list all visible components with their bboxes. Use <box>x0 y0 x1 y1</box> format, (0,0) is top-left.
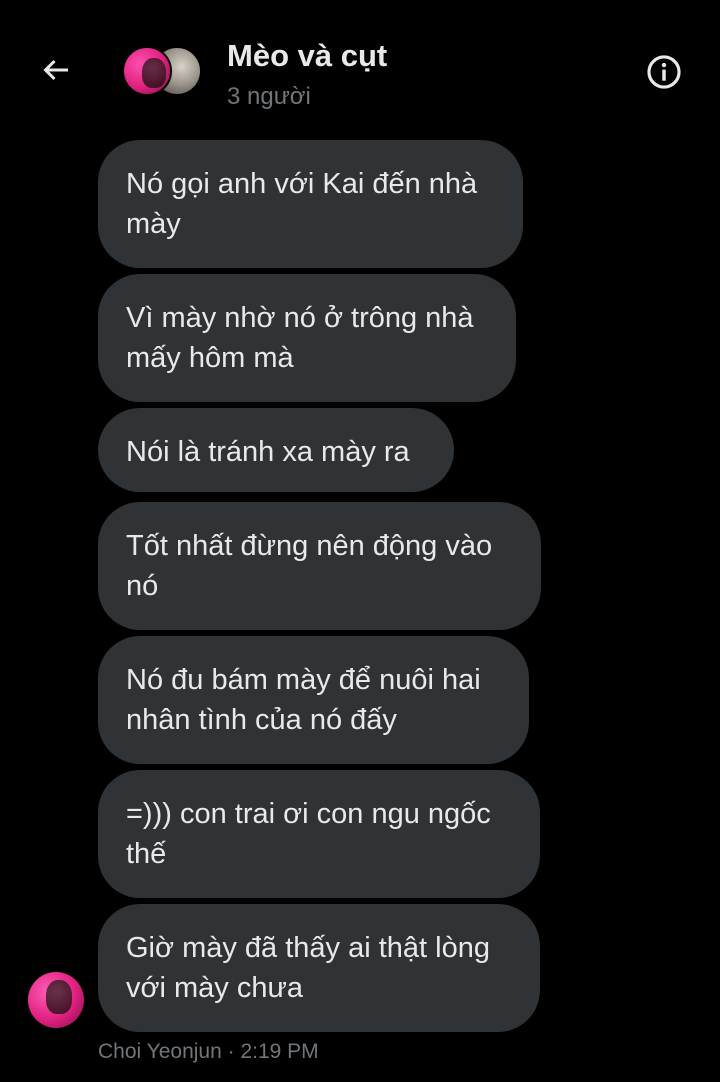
arrow-left-icon <box>43 59 68 81</box>
message-meta: Choi Yeonjun · 2:19 PM <box>98 1040 319 1063</box>
sender-avatar[interactable] <box>28 972 84 1028</box>
info-button[interactable] <box>644 52 684 92</box>
message-bubble[interactable]: Nó đu bám mày để nuôi hai nhân tình của … <box>98 636 529 764</box>
back-button[interactable] <box>36 50 76 90</box>
conversation-header: Mèo và cụt 3 người <box>0 0 720 130</box>
message-bubble[interactable]: Vì mày nhờ nó ở trông nhà mấy hôm mà <box>98 274 516 402</box>
message-bubble[interactable]: Tốt nhất đừng nên động vào nó <box>98 502 541 630</box>
member-count: 3 người <box>227 83 311 110</box>
conversation-title[interactable]: Mèo và cụt <box>227 38 387 74</box>
message-bubble[interactable]: Giờ mày đã thấy ai thật lòng với mày chư… <box>98 904 540 1032</box>
message-bubble[interactable]: =))) con trai ơi con ngu ngốc thế <box>98 770 540 898</box>
info-icon <box>647 55 681 89</box>
group-avatar[interactable] <box>122 46 204 98</box>
message-bubble[interactable]: Nó gọi anh với Kai đến nhà mày <box>98 140 523 268</box>
member-avatar-1 <box>122 46 172 96</box>
message-bubble[interactable]: Nói là tránh xa mày ra <box>98 408 454 492</box>
